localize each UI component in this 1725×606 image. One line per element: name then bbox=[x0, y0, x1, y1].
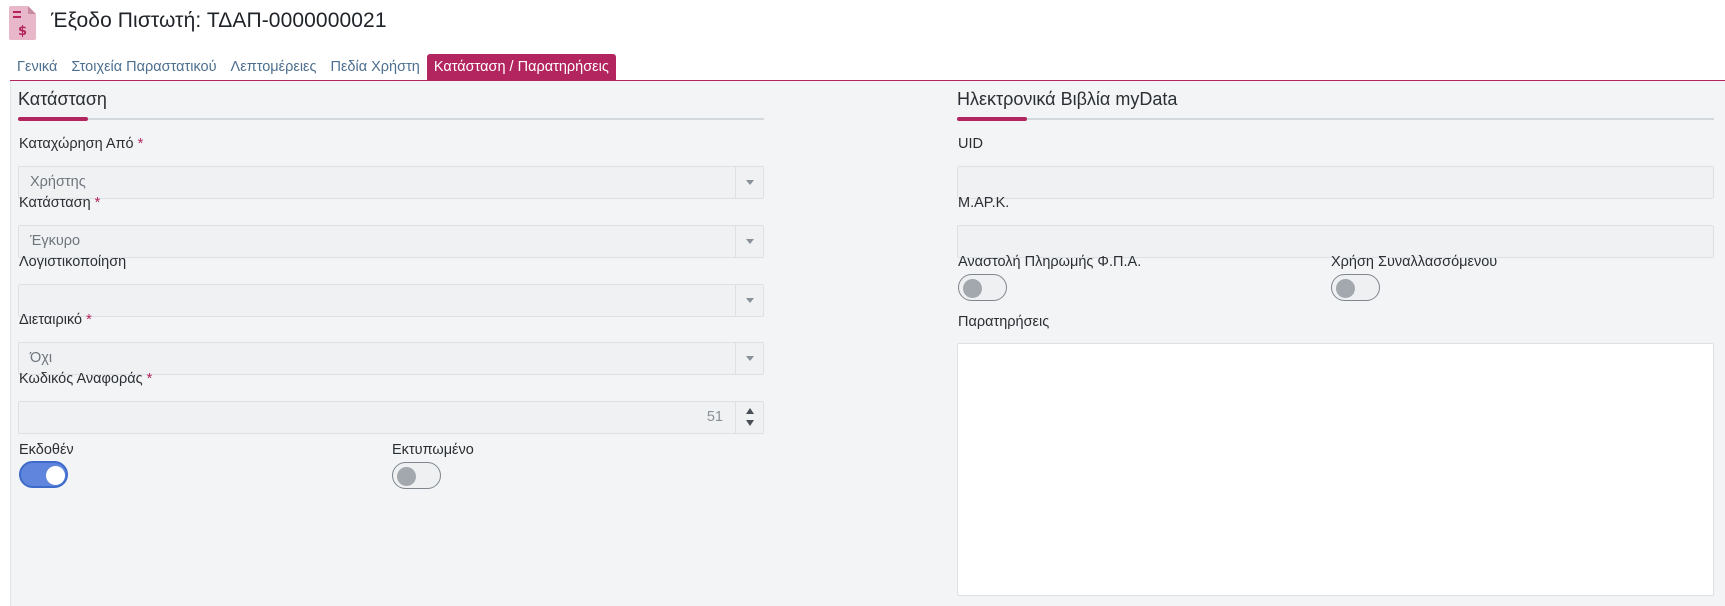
counterparty-use-toggle[interactable] bbox=[1331, 274, 1380, 301]
notes-textarea[interactable] bbox=[957, 343, 1714, 596]
section-accent bbox=[18, 117, 88, 121]
uid-input[interactable] bbox=[957, 166, 1714, 199]
entry-by-label: Καταχώρηση Από * bbox=[19, 136, 143, 152]
page-title: Έξοδο Πιστωτή: ΤΔΑΠ-0000000021 bbox=[51, 9, 387, 32]
reference-code-input[interactable]: 51 bbox=[18, 401, 764, 434]
issued-label: Εκδοθέν bbox=[19, 442, 74, 458]
mark-label: Μ.ΑΡ.Κ. bbox=[958, 195, 1010, 211]
intercompany-label-text: Διεταιρικό bbox=[19, 312, 83, 328]
tab-user-fields[interactable]: Πεδία Χρήστη bbox=[324, 54, 427, 81]
status-label: Κατάσταση * bbox=[19, 195, 100, 211]
entry-by-label-text: Καταχώρηση Από bbox=[19, 136, 134, 152]
toggle-knob bbox=[397, 467, 416, 486]
section-accent bbox=[957, 117, 1027, 121]
tab-content-panel: Κατάσταση Καταχώρηση Από * Χρήστης Κατάστ… bbox=[10, 81, 1725, 606]
toggle-knob bbox=[963, 279, 982, 298]
tab-bar: Γενικά Στοιχεία Παραστατικού Λεπτομέρειε… bbox=[10, 54, 616, 81]
accounting-select[interactable] bbox=[18, 284, 764, 317]
required-marker: * bbox=[137, 136, 144, 152]
status-label-text: Κατάσταση bbox=[19, 195, 91, 211]
intercompany-value: Όχι bbox=[30, 350, 53, 366]
chevron-down-icon[interactable] bbox=[735, 226, 763, 257]
accounting-label: Λογιστικοποίηση bbox=[19, 254, 127, 270]
entry-by-value: Χρήστης bbox=[30, 174, 86, 190]
mydata-section-title: Ηλεκτρονικά Βιβλία myData bbox=[957, 89, 1178, 109]
status-select[interactable]: Έγκυρο bbox=[18, 225, 764, 258]
page-header: $ Έξοδο Πιστωτή: ΤΔΑΠ-0000000021 bbox=[0, 0, 1725, 46]
printed-label: Εκτυπωμένο bbox=[392, 442, 474, 458]
status-value: Έγκυρο bbox=[30, 233, 81, 249]
required-marker: * bbox=[146, 371, 153, 387]
svg-text:$: $ bbox=[18, 24, 27, 39]
tab-document-details[interactable]: Στοιχεία Παραστατικού bbox=[64, 54, 223, 81]
invoice-dollar-icon: $ bbox=[9, 6, 36, 40]
tab-general[interactable]: Γενικά bbox=[10, 54, 64, 81]
chevron-down-icon[interactable] bbox=[735, 285, 763, 316]
status-section-title: Κατάσταση bbox=[18, 89, 107, 109]
counterparty-use-label: Χρήση Συναλλασσόμενου bbox=[1331, 254, 1498, 270]
increment-arrow-icon[interactable] bbox=[746, 408, 754, 414]
intercompany-label: Διεταιρικό * bbox=[19, 312, 92, 328]
status-section-rule bbox=[18, 117, 764, 121]
tab-status-notes[interactable]: Κατάσταση / Παρατηρήσεις bbox=[426, 54, 616, 81]
entry-by-select[interactable]: Χρήστης bbox=[18, 166, 764, 199]
notes-label: Παρατηρήσεις bbox=[958, 314, 1050, 330]
toggle-knob bbox=[1336, 279, 1355, 298]
number-stepper[interactable] bbox=[735, 402, 763, 433]
chevron-down-icon[interactable] bbox=[735, 343, 763, 374]
reference-code-value: 51 bbox=[706, 409, 723, 425]
required-marker: * bbox=[94, 195, 101, 211]
chevron-down-icon[interactable] bbox=[735, 167, 763, 198]
printed-toggle[interactable] bbox=[392, 462, 441, 489]
toggle-knob bbox=[46, 466, 65, 485]
vat-suspension-toggle[interactable] bbox=[958, 274, 1007, 301]
reference-code-label-text: Κωδικός Αναφοράς bbox=[19, 371, 143, 387]
required-marker: * bbox=[86, 312, 92, 328]
reference-code-label: Κωδικός Αναφοράς * bbox=[19, 371, 152, 387]
vat-suspension-label: Αναστολή Πληρωμής Φ.Π.Α. bbox=[958, 254, 1142, 270]
issued-toggle[interactable] bbox=[19, 461, 68, 488]
decrement-arrow-icon[interactable] bbox=[746, 420, 754, 426]
tab-line-details[interactable]: Λεπτομέρειες bbox=[224, 54, 324, 81]
mydata-section-rule bbox=[957, 117, 1714, 121]
uid-label: UID bbox=[958, 136, 983, 152]
